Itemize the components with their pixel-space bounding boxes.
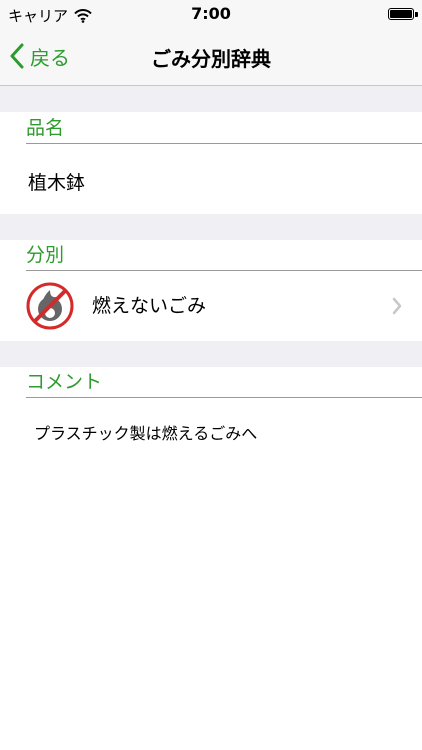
item-name: 植木鉢 xyxy=(28,172,86,194)
category-value: 燃えないごみ xyxy=(92,295,207,317)
comment-row: プラスチック製は燃えるごみへ xyxy=(0,398,422,468)
battery-icon xyxy=(388,8,418,20)
navigation-bar: 戻る ごみ分別辞典 xyxy=(0,28,422,86)
section-spacer xyxy=(0,214,422,240)
comment-section-header: コメント xyxy=(26,367,422,398)
category-row[interactable]: 燃えないごみ xyxy=(0,271,422,341)
category-section-header: 分別 xyxy=(26,240,422,271)
no-burn-icon xyxy=(26,282,74,330)
status-time: 7:00 xyxy=(191,4,231,23)
status-bar: キャリア 7:00 xyxy=(0,0,422,28)
section-spacer xyxy=(0,86,422,112)
item-name-row: 植木鉢 xyxy=(0,144,422,214)
chevron-right-icon xyxy=(392,297,402,315)
comment-text: プラスチック製は燃えるごみへ xyxy=(34,424,258,443)
section-spacer xyxy=(0,341,422,367)
page-title: ごみ分別辞典 xyxy=(151,47,271,71)
item-section-header: 品名 xyxy=(26,113,422,144)
